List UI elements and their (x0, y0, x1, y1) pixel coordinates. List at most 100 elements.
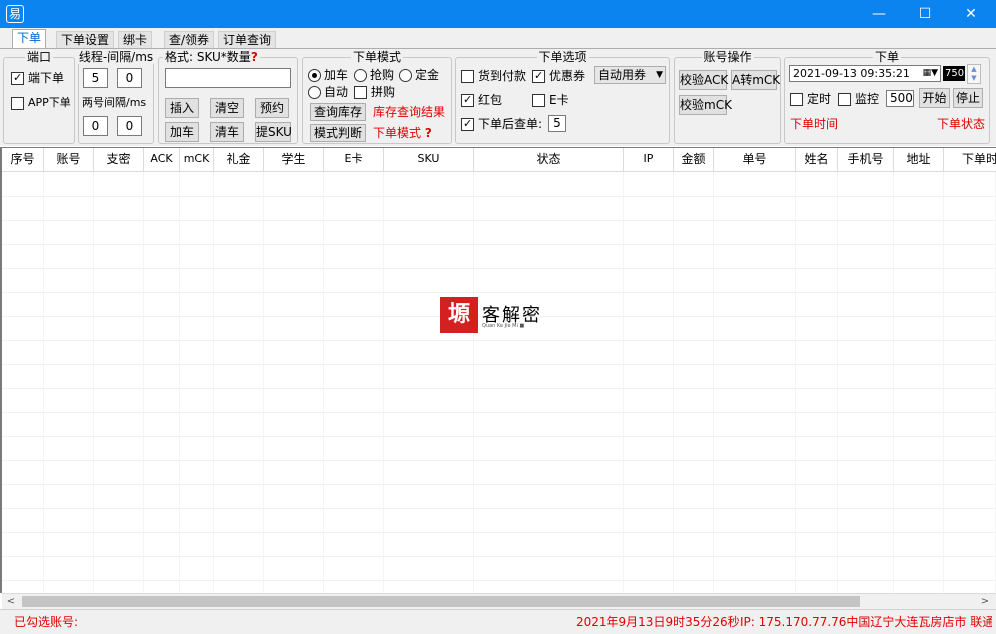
group-buy-option[interactable]: 拼购 (354, 85, 395, 99)
app-order-option[interactable]: APP下单 (11, 96, 71, 110)
thread-count-input[interactable]: 5 (83, 68, 108, 88)
col-header-account[interactable]: 账号 (44, 148, 94, 172)
scroll-right-arrow-icon[interactable]: > (978, 594, 992, 609)
app-order-checkbox[interactable] (11, 96, 24, 110)
spin-input[interactable]: 750 (943, 66, 965, 81)
mode-snap-radio[interactable] (354, 68, 367, 82)
horizontal-scrollbar[interactable]: < > (2, 593, 996, 609)
order-group: 下单 2021-09-13 09:35:21 ▦▼ 750 ▲ ▼ 定时 监控 5… (784, 50, 990, 144)
ecard-option[interactable]: E卡 (532, 93, 569, 107)
check-after-option[interactable]: 下单后查单: (461, 117, 542, 131)
timer-checkbox[interactable] (790, 92, 803, 106)
grid-row-line (2, 580, 996, 581)
col-header-ack[interactable]: ACK (144, 148, 180, 172)
col-header-gift[interactable]: 礼金 (214, 148, 264, 172)
order-options-title: 下单选项 (536, 50, 589, 64)
start-button[interactable]: 开始 (919, 88, 950, 108)
order-mode-title: 下单模式 (350, 50, 404, 64)
col-header-paypass[interactable]: 支密 (94, 148, 144, 172)
col-header-address[interactable]: 地址 (894, 148, 944, 172)
tab-order-query[interactable]: 订单查询 (218, 31, 277, 48)
col-header-student[interactable]: 学生 (264, 148, 324, 172)
tab-order-settings[interactable]: 下单设置 (56, 31, 115, 48)
monitor-checkbox[interactable] (838, 92, 851, 106)
col-header-ecard[interactable]: E卡 (324, 148, 384, 172)
scrollbar-thumb[interactable] (22, 596, 860, 607)
order-mode-help-icon[interactable]: ? (425, 126, 432, 140)
monitor-input[interactable]: 500 (886, 90, 914, 107)
ecard-checkbox[interactable] (532, 93, 545, 107)
col-header-status[interactable]: 状态 (474, 148, 624, 172)
mode-auto-option[interactable]: 自动 (308, 85, 348, 99)
order-datetime-picker[interactable]: 2021-09-13 09:35:21 ▦▼ (789, 65, 941, 82)
scroll-left-arrow-icon[interactable]: < (4, 594, 18, 609)
account-ops-title: 账号操作 (701, 50, 754, 64)
pc-order-label: 端下单 (28, 71, 65, 85)
accounts-table[interactable] (0, 147, 996, 593)
check-after-input[interactable]: 5 (548, 115, 566, 132)
a-to-mck-button[interactable]: A转mCK (731, 70, 780, 90)
spin-arrows-icon[interactable]: ▲ ▼ (967, 64, 981, 84)
tab-coupons[interactable]: 查/领券 (164, 31, 215, 48)
grid-row-line (2, 268, 996, 269)
col-header-amount[interactable]: 金额 (674, 148, 714, 172)
grid-col-line (323, 172, 324, 593)
redpacket-option[interactable]: 红包 (461, 93, 502, 107)
sku-input[interactable] (165, 68, 291, 88)
col-header-ip[interactable]: IP (624, 148, 674, 172)
sku-help-icon[interactable]: ? (251, 50, 258, 64)
mode-auto-radio[interactable] (308, 85, 321, 99)
col-header-phone[interactable]: 手机号 (838, 148, 894, 172)
col-header-mck[interactable]: mCK (180, 148, 214, 172)
coupon-option[interactable]: 优惠券 (532, 69, 585, 83)
pc-order-checkbox[interactable] (11, 71, 24, 85)
reserve-button[interactable]: 预约 (255, 98, 289, 118)
grid-col-line (795, 172, 796, 593)
query-stock-button[interactable]: 查询库存 (310, 103, 366, 121)
pc-order-option[interactable]: 端下单 (11, 71, 64, 85)
account-ops-group: 账号操作 校验ACK A转mCK 校验mCK (674, 50, 781, 144)
account-interval-input-1[interactable]: 0 (83, 116, 108, 136)
account-interval-input-2[interactable]: 0 (117, 116, 142, 136)
col-header-sku[interactable]: SKU (384, 148, 474, 172)
coupon-mode-select[interactable]: 自动用券 ▼ (594, 66, 666, 84)
col-header-order-time[interactable]: 下单时 (944, 148, 996, 172)
minimize-button[interactable]: — (856, 0, 902, 28)
mode-deposit-option[interactable]: 定金 (399, 68, 439, 82)
group-buy-checkbox[interactable] (354, 85, 367, 99)
grid-row-line (2, 340, 996, 341)
extract-sku-button[interactable]: 提SKU (255, 122, 292, 142)
maximize-button[interactable]: ☐ (902, 0, 948, 28)
mode-add-cart-radio[interactable] (308, 68, 321, 82)
cod-option[interactable]: 货到付款 (461, 69, 526, 83)
verify-ack-button[interactable]: 校验ACK (679, 70, 728, 90)
check-after-checkbox[interactable] (461, 117, 474, 131)
verify-mck-button[interactable]: 校验mCK (679, 95, 732, 115)
redpacket-checkbox[interactable] (461, 93, 474, 107)
close-button[interactable]: ✕ (948, 0, 994, 28)
add-cart-button[interactable]: 加车 (165, 122, 199, 142)
judge-mode-button[interactable]: 模式判断 (310, 124, 366, 142)
clear-button[interactable]: 清空 (210, 98, 244, 118)
insert-button[interactable]: 插入 (165, 98, 199, 118)
grid-col-line (837, 172, 838, 593)
clear-cart-button[interactable]: 清车 (210, 122, 244, 142)
tab-order[interactable]: 下单 (12, 29, 47, 48)
timer-option[interactable]: 定时 (790, 92, 831, 106)
coupon-checkbox[interactable] (532, 69, 545, 83)
mode-snap-option[interactable]: 抢购 (354, 68, 394, 82)
col-header-order-no[interactable]: 单号 (714, 148, 796, 172)
calendar-dropdown-icon[interactable]: ▦▼ (923, 66, 938, 81)
col-header-index[interactable]: 序号 (2, 148, 44, 172)
monitor-option[interactable]: 监控 (838, 92, 879, 106)
thread-interval-input[interactable]: 0 (117, 68, 142, 88)
redpacket-label: 红包 (478, 93, 503, 107)
mode-deposit-radio[interactable] (399, 68, 412, 82)
grid-col-line (93, 172, 94, 593)
col-header-name[interactable]: 姓名 (796, 148, 838, 172)
cod-checkbox[interactable] (461, 69, 474, 83)
stock-result-label: 库存查询结果 (373, 105, 446, 119)
stop-button[interactable]: 停止 (953, 88, 983, 108)
mode-add-cart-option[interactable]: 加车 (308, 68, 348, 82)
tab-bind-card[interactable]: 绑卡 (118, 31, 153, 48)
